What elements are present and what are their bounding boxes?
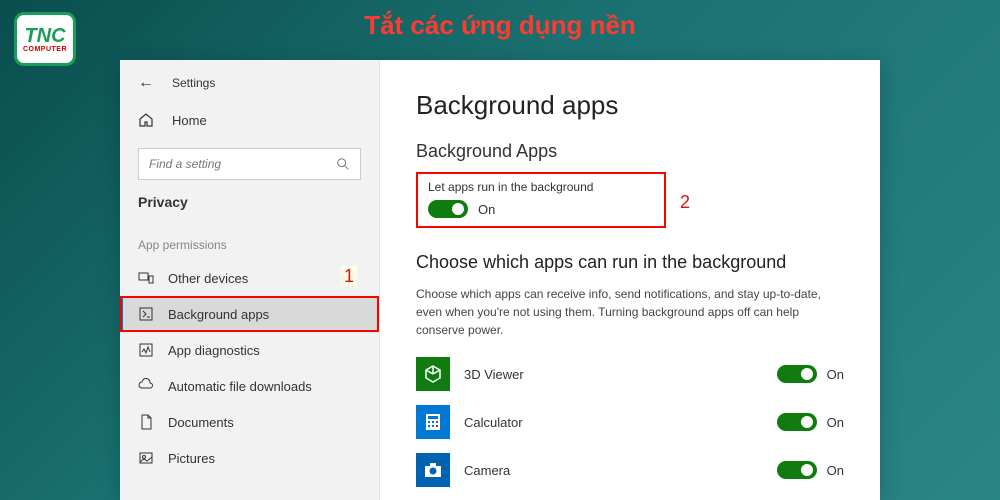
app-toggle-state: On	[827, 367, 844, 382]
sidebar-item-auto-downloads[interactable]: Automatic file downloads	[120, 368, 379, 404]
choose-apps-title: Choose which apps can run in the backgro…	[416, 252, 844, 273]
home-button[interactable]: Home	[120, 100, 379, 140]
diagnostics-icon	[138, 342, 154, 358]
nav-label: Documents	[168, 415, 234, 430]
sidebar-header: ← Settings	[120, 74, 379, 100]
logo-text: TNC	[24, 26, 65, 46]
app-name: Camera	[464, 463, 777, 478]
sidebar-item-pictures[interactable]: Pictures	[120, 440, 379, 476]
devices-icon	[138, 270, 154, 286]
master-toggle-label: Let apps run in the background	[428, 180, 654, 194]
camera-icon	[416, 453, 450, 487]
nav-label: Pictures	[168, 451, 215, 466]
nav-label: Other devices	[168, 271, 248, 286]
article-title: Tắt các ứng dụng nền	[364, 10, 636, 41]
master-toggle-state: On	[478, 202, 495, 217]
nav-label: App diagnostics	[168, 343, 260, 358]
cloud-download-icon	[138, 378, 154, 394]
settings-label: Settings	[172, 76, 215, 90]
brand-logo: TNC COMPUTER	[14, 12, 76, 66]
app-toggle-3d-viewer[interactable]	[777, 365, 817, 383]
nav-label: Automatic file downloads	[168, 379, 312, 394]
calculator-icon	[416, 405, 450, 439]
settings-sidebar: ← Settings Home Privacy App permissions …	[120, 60, 380, 500]
subsection-title: Background Apps	[416, 141, 844, 162]
category-label: Privacy	[120, 194, 379, 220]
app-name: Calculator	[464, 415, 777, 430]
app-row-camera: Camera On	[416, 453, 844, 487]
sidebar-item-other-devices[interactable]: Other devices 1	[120, 260, 379, 296]
app-row-calculator: Calculator On	[416, 405, 844, 439]
app-row-3d-viewer: 3D Viewer On	[416, 357, 844, 391]
search-icon	[336, 157, 350, 171]
app-toggle-state: On	[827, 463, 844, 478]
section-label: App permissions	[120, 220, 379, 260]
app-toggle-state: On	[827, 415, 844, 430]
pictures-icon	[138, 450, 154, 466]
app-name: 3D Viewer	[464, 367, 777, 382]
background-apps-icon	[138, 306, 154, 322]
nav-label: Background apps	[168, 307, 269, 322]
3d-viewer-icon	[416, 357, 450, 391]
app-toggle-calculator[interactable]	[777, 413, 817, 431]
annotation-step-2: 2	[680, 192, 690, 213]
settings-window: ← Settings Home Privacy App permissions …	[120, 60, 880, 500]
annotation-step-1: 1	[341, 266, 357, 287]
master-toggle-block: Let apps run in the background On 2	[416, 172, 666, 228]
document-icon	[138, 414, 154, 430]
back-arrow-icon[interactable]: ←	[138, 74, 154, 92]
search-input[interactable]	[149, 157, 336, 171]
choose-apps-description: Choose which apps can receive info, send…	[416, 285, 836, 339]
search-box[interactable]	[138, 148, 361, 180]
sidebar-item-documents[interactable]: Documents	[120, 404, 379, 440]
logo-subtext: COMPUTER	[23, 46, 67, 53]
home-label: Home	[172, 113, 207, 128]
home-icon	[138, 112, 154, 128]
master-toggle-switch[interactable]	[428, 200, 468, 218]
sidebar-item-background-apps[interactable]: Background apps	[120, 296, 379, 332]
page-title: Background apps	[416, 90, 844, 121]
main-content: Background apps Background Apps Let apps…	[380, 60, 880, 500]
sidebar-item-app-diagnostics[interactable]: App diagnostics	[120, 332, 379, 368]
app-toggle-camera[interactable]	[777, 461, 817, 479]
